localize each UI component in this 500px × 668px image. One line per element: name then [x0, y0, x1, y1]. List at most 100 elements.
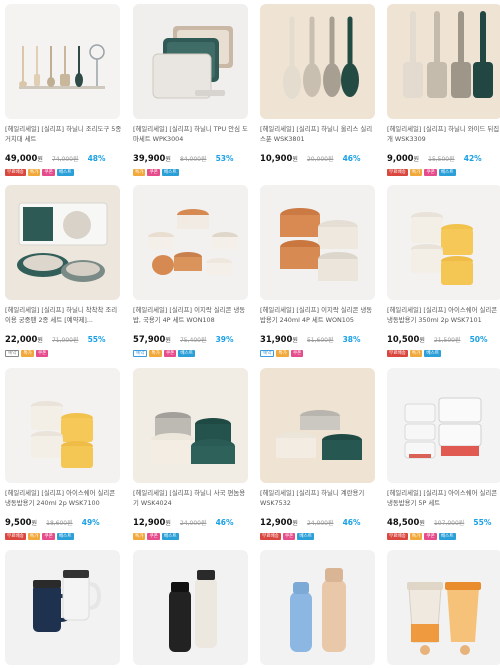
product-image[interactable]	[5, 4, 120, 119]
badge-row: 예약 특가 쿠폰 베스트	[133, 350, 251, 358]
price-row: 49,000원 74,000원 48%	[5, 151, 123, 165]
product-title[interactable]: [헤일리세일] [실리프] 하닐니 와이드 뒤집개 WSK3309	[387, 125, 500, 145]
product-card[interactable]	[387, 550, 500, 665]
product-title[interactable]: [헤일리세일] [실리프] 하닐니 착착착 조리이용 궁중팬 2종 세트 [예약…	[5, 306, 123, 326]
discount-rate: 46%	[342, 518, 361, 527]
discount-rate: 38%	[342, 335, 361, 344]
price-row: 9,000원 15,500원 42%	[387, 151, 500, 165]
product-card[interactable]: [헤일리세일] [실리프] 하닐니 계란용기 WSK7532 12,900원 2…	[260, 368, 378, 541]
sale-price: 49,000	[5, 153, 38, 163]
product-image[interactable]	[133, 4, 248, 119]
currency-unit: 원	[419, 337, 425, 344]
product-image[interactable]	[133, 550, 248, 665]
product-title[interactable]: [헤일리세일] [실리프] 하닐니 조리도구 5종 거치대 세트	[5, 125, 123, 145]
sale-price: 9,500	[5, 517, 32, 527]
price-row: 48,500원 107,000원 55%	[387, 515, 500, 529]
badge-row: 무료배송 특가 쿠폰 베스트	[5, 169, 123, 177]
product-title[interactable]: [헤일리세일] [실리프] 아이스쉐어 실리콘 냉동밥용기 5P 세트	[387, 489, 500, 509]
discount-rate: 55%	[473, 518, 492, 527]
original-price: 24,000원	[179, 520, 207, 527]
product-badge: 쿠폰	[147, 169, 160, 176]
currency-unit: 원	[413, 156, 420, 163]
product-badge: 예약	[133, 350, 148, 357]
discount-rate: 46%	[342, 154, 361, 163]
product-card[interactable]: [헤일리세일] [실리프] 아이스쉐어 실리콘 냉동밥용기 350ml 2p W…	[387, 185, 500, 358]
product-badge: 베스트	[424, 350, 442, 357]
product-card[interactable]: [헤일리세일] [실리프] 하닐니 사국 편놈용기 WSK4024 12,900…	[133, 368, 251, 541]
product-card[interactable]	[260, 550, 378, 665]
product-badge: 특가	[409, 350, 423, 357]
product-badge: 쿠폰	[282, 533, 296, 540]
product-badge: 쿠폰	[290, 350, 304, 357]
sale-price: 12,900	[133, 517, 166, 527]
sale-price: 48,500	[387, 517, 420, 527]
price-row: 39,900원 84,000원 53%	[133, 151, 251, 165]
product-card[interactable]	[5, 550, 123, 665]
product-title[interactable]: [헤일리세일] [실리프] 아이스쉐어 실리콘 냉동밥용기 350ml 2p W…	[387, 306, 500, 326]
product-card[interactable]: [헤일리세일] [실리프] 하닐니 와이드 뒤집개 WSK3309 9,000원…	[387, 4, 500, 177]
product-image[interactable]	[5, 185, 120, 300]
product-image[interactable]	[5, 368, 120, 483]
discount-rate: 55%	[87, 335, 106, 344]
original-price: 107,000원	[433, 520, 465, 527]
currency-unit: 원	[292, 520, 298, 527]
currency-unit: 원	[165, 337, 171, 344]
currency-unit: 원	[419, 520, 425, 527]
product-image[interactable]	[133, 368, 248, 483]
original-price: 84,000원	[179, 156, 207, 163]
price-row: 10,500원 21,500원 50%	[387, 332, 500, 346]
product-image[interactable]	[260, 368, 375, 483]
badge-row: 무료배송 특가 베스트	[387, 350, 500, 358]
product-badge: 베스트	[297, 533, 315, 540]
product-badge: 쿠폰	[163, 350, 177, 357]
original-price: 75,400원	[179, 337, 207, 344]
product-image[interactable]	[387, 368, 500, 483]
product-image[interactable]	[260, 185, 375, 300]
product-card[interactable]: [헤일리세일] [실리프] 하닐니 착착착 조리이용 궁중팬 2종 세트 [예약…	[5, 185, 123, 358]
sale-price: 12,900	[260, 517, 293, 527]
sale-price: 39,900	[133, 153, 166, 163]
product-title[interactable]: [헤일리세일] [실리프] 이지락 실리콘 냉동밥용기 240ml 4P 세트 …	[260, 306, 378, 326]
product-card[interactable]: [헤일리세일] [실리프] 아이스쉐어 실리콘 냉동밥용기 240ml 2p W…	[5, 368, 123, 541]
product-title[interactable]: [헤일리세일] [실리프] 이지락 실리콘 냉동밥, 국용기 4P 세트 WON…	[133, 306, 251, 326]
price-row: 22,000원 71,000원 55%	[5, 332, 123, 346]
product-badge: 특가	[276, 350, 289, 357]
product-badge: 베스트	[161, 533, 179, 540]
product-title[interactable]: [헤일리세일] [실리프] 하닐니 사국 편놈용기 WSK4024	[133, 489, 251, 509]
product-image[interactable]	[387, 4, 500, 119]
product-badge: 베스트	[56, 533, 74, 540]
product-card[interactable]	[133, 550, 251, 665]
product-card[interactable]: [헤일리세일] [실리프] 이지락 실리콘 냉동밥, 국용기 4P 세트 WON…	[133, 185, 251, 358]
product-title[interactable]: [헤일리세일] [실리프] 하닐니 계란용기 WSK7532	[260, 489, 378, 509]
product-card[interactable]: [헤일리세일] [실리프] 하닐니 조리도구 5종 거치대 세트 49,000원…	[5, 4, 123, 177]
product-image[interactable]	[387, 550, 500, 665]
product-image[interactable]	[260, 4, 375, 119]
product-badge: 특가	[149, 350, 162, 357]
currency-unit: 원	[165, 520, 171, 527]
sale-price: 9,000	[387, 153, 414, 163]
product-badge: 무료배송	[5, 533, 26, 540]
product-image[interactable]	[260, 550, 375, 665]
currency-unit: 원	[37, 337, 43, 344]
product-card[interactable]: [헤일리세일] [실리프] 하닐니 TPU 안심 도마세트 WPK3004 39…	[133, 4, 251, 177]
product-badge: 무료배송	[5, 169, 26, 176]
sale-price: 57,900	[133, 334, 166, 344]
product-badge: 베스트	[178, 350, 196, 357]
product-title[interactable]: [헤일리세일] [실리프] 하닐니 올리스 실리스푼 WSK3801	[260, 125, 378, 145]
product-title[interactable]: [헤일리세일] [실리프] 하닐니 TPU 안심 도마세트 WPK3004	[133, 125, 251, 145]
product-card[interactable]: [헤일리세일] [실리프] 아이스쉐어 실리콘 냉동밥용기 5P 세트 48,5…	[387, 368, 500, 541]
original-price: 21,500원	[433, 337, 461, 344]
product-card[interactable]: [헤일리세일] [실리프] 하닐니 올리스 실리스푼 WSK3801 10,90…	[260, 4, 378, 177]
product-title[interactable]: [헤일리세일] [실리프] 아이스쉐어 실리콘 냉동밥용기 240ml 2p W…	[5, 489, 123, 509]
currency-unit: 원	[292, 337, 298, 344]
product-card[interactable]: [헤일리세일] [실리프] 이지락 실리콘 냉동밥용기 240ml 4P 세트 …	[260, 185, 378, 358]
product-image[interactable]	[133, 185, 248, 300]
product-image[interactable]	[5, 550, 120, 665]
badge-row: 예약 특가 쿠폰	[5, 350, 123, 358]
product-badge: 쿠폰	[424, 169, 437, 176]
badge-row: 무료배송 쿠폰 베스트	[260, 533, 378, 541]
product-badge: 무료배송	[260, 533, 281, 540]
discount-rate: 49%	[81, 518, 100, 527]
product-image[interactable]	[387, 185, 500, 300]
discount-rate: 53%	[215, 154, 234, 163]
